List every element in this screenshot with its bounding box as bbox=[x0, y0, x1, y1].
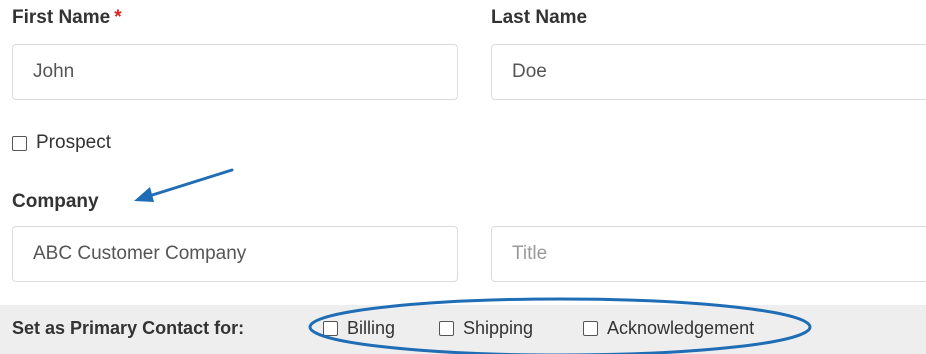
first-name-input[interactable] bbox=[12, 44, 458, 100]
billing-checkbox[interactable] bbox=[323, 320, 338, 336]
company-label: Company bbox=[12, 191, 99, 212]
billing-option[interactable]: Billing bbox=[323, 316, 395, 340]
acknowledgement-checkbox[interactable] bbox=[583, 320, 598, 336]
first-name-label-text: First Name bbox=[12, 7, 111, 28]
acknowledgement-label: Acknowledgement bbox=[607, 318, 755, 338]
last-name-input[interactable] bbox=[491, 44, 926, 100]
prospect-checkbox-row[interactable]: Prospect bbox=[12, 132, 111, 154]
last-name-label: Last Name bbox=[491, 7, 588, 28]
first-name-label: First Name * bbox=[12, 6, 122, 30]
shipping-label: Shipping bbox=[463, 318, 534, 338]
required-marker: * bbox=[114, 7, 122, 28]
billing-label: Billing bbox=[347, 318, 396, 338]
shipping-option[interactable]: Shipping bbox=[439, 316, 533, 340]
acknowledgement-option[interactable]: Acknowledgement bbox=[583, 316, 754, 340]
prospect-checkbox[interactable] bbox=[12, 135, 27, 151]
title-input[interactable] bbox=[491, 226, 926, 282]
primary-contact-label: Set as Primary Contact for: bbox=[12, 318, 245, 338]
annotation-arrow-icon bbox=[134, 168, 234, 202]
prospect-label: Prospect bbox=[36, 132, 111, 153]
contact-form: First Name* Last Name Prospect Company S… bbox=[0, 0, 926, 354]
shipping-checkbox[interactable] bbox=[439, 320, 454, 336]
company-input[interactable] bbox=[12, 226, 458, 282]
